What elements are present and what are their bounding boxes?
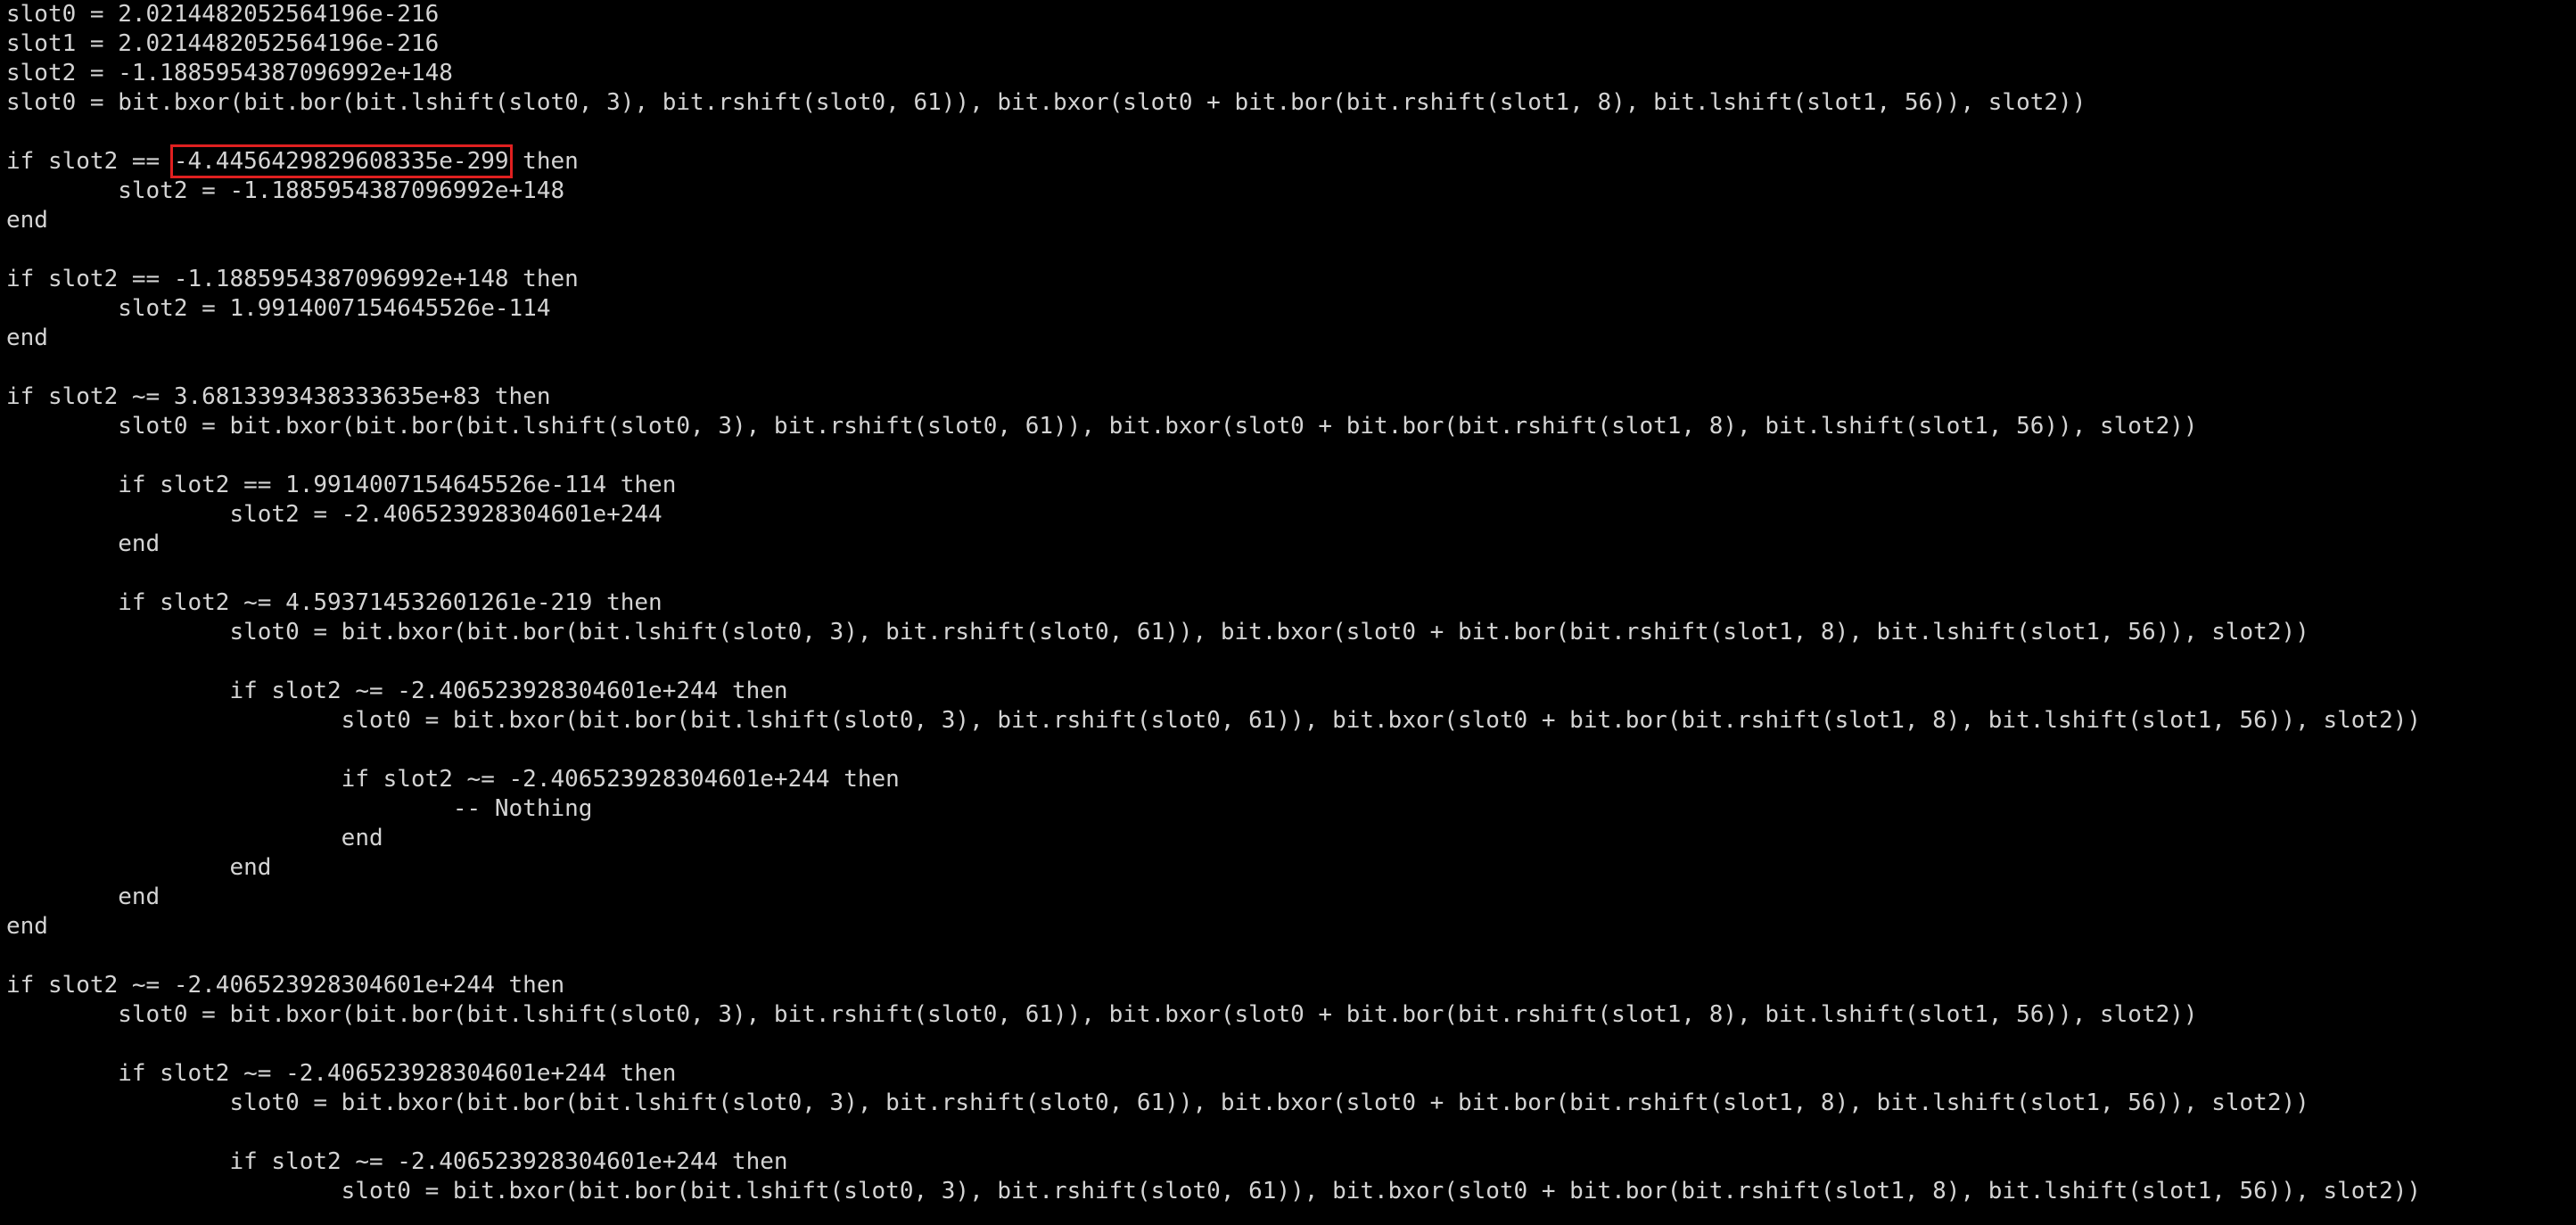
code-line: slot0 = bit.bxor(bit.bor(bit.lshift(slot…: [6, 1001, 2198, 1028]
code-line: end: [6, 207, 48, 234]
code-line: slot2 = -2.406523928304601e+244: [6, 501, 663, 528]
code-text: then: [508, 148, 579, 175]
code-line: if slot2 ~= -2.406523928304601e+244 then: [6, 1060, 677, 1087]
code-line: slot1 = 2.0214482052564196e-216: [6, 30, 440, 57]
code-line: if slot2 ~= -2.406523928304601e+244 then: [6, 678, 788, 704]
highlighted-value-box: -4.4456429829608335e-299: [169, 144, 513, 178]
code-line: if slot2 ~= 4.593714532601261e-219 then: [6, 589, 663, 616]
code-line: slot0 = bit.bxor(bit.bor(bit.lshift(slot…: [6, 413, 2198, 440]
code-line: end: [6, 913, 48, 940]
code-line: if slot2 ~= -2.406523928304601e+244 then: [6, 972, 565, 999]
code-line: slot2 = 1.9914007154645526e-114: [6, 295, 551, 322]
code-line: if slot2 ~= -2.406523928304601e+244 then: [6, 1148, 788, 1175]
code-line: if slot2 == 1.9914007154645526e-114 then: [6, 472, 677, 498]
code-line: end: [6, 884, 160, 910]
code-line: slot0 = bit.bxor(bit.bor(bit.lshift(slot…: [6, 1089, 2309, 1116]
code-line: slot0 = bit.bxor(bit.bor(bit.lshift(slot…: [6, 89, 2086, 116]
code-line: if slot2 == -1.1885954387096992e+148 the…: [6, 266, 579, 292]
code-line: if slot2 == -4.4456429829608335e-299 the…: [6, 144, 2421, 178]
terminal-window[interactable]: slot0 = 2.0214482052564196e-216 slot1 = 2…: [0, 0, 2576, 1225]
code-line: slot0 = bit.bxor(bit.bor(bit.lshift(slot…: [6, 1178, 2422, 1204]
code-line: slot0 = 2.0214482052564196e-216: [6, 1, 440, 28]
code-text: if slot2 ==: [6, 148, 174, 175]
code-line: end: [6, 530, 160, 557]
code-line: end: [6, 325, 48, 351]
code-line: end: [6, 854, 272, 881]
code-line: -- Nothing: [6, 795, 593, 822]
code-view[interactable]: slot0 = 2.0214482052564196e-216 slot1 = 2…: [6, 0, 2421, 1206]
code-line: slot2 = -1.1885954387096992e+148: [6, 60, 453, 86]
code-line: slot2 = -1.1885954387096992e+148: [6, 177, 565, 204]
code-line: if slot2 ~= -2.406523928304601e+244 then: [6, 766, 900, 793]
code-line: end: [6, 825, 383, 851]
code-line: if slot2 ~= 3.6813393438333635e+83 then: [6, 383, 551, 410]
code-line: slot0 = bit.bxor(bit.bor(bit.lshift(slot…: [6, 707, 2422, 734]
code-line: slot0 = bit.bxor(bit.bor(bit.lshift(slot…: [6, 619, 2309, 645]
